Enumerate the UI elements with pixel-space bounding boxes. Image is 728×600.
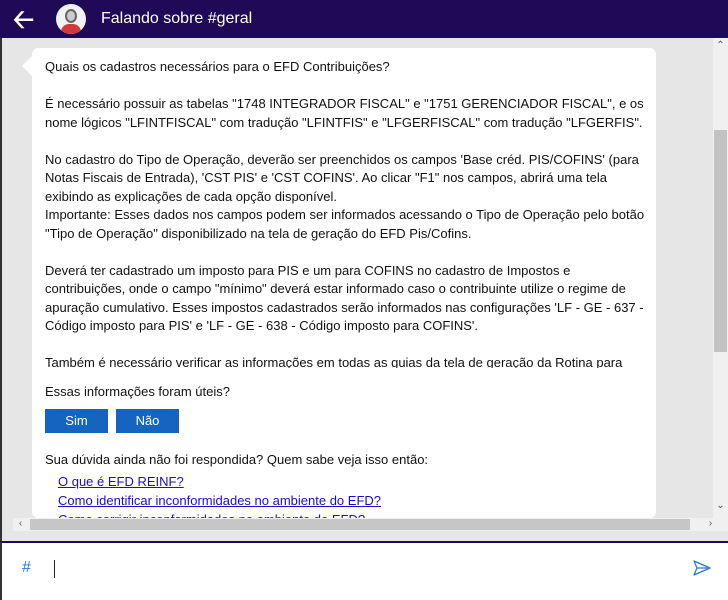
answer-paragraph: Também é necessário verificar as informa… bbox=[45, 355, 623, 368]
answer-paragraph: Importante: Esses dados nos campos podem… bbox=[45, 207, 645, 241]
no-button[interactable]: Não bbox=[116, 409, 179, 433]
answer-paragraph: Deverá ter cadastrado um imposto para PI… bbox=[45, 262, 644, 334]
chat-title: Falando sobre #geral bbox=[101, 10, 253, 27]
scroll-up-icon[interactable]: ⌃ bbox=[713, 40, 728, 51]
user-avatar-icon bbox=[56, 4, 86, 34]
scroll-right-icon[interactable]: › bbox=[703, 518, 718, 529]
scroll-left-icon[interactable]: ‹ bbox=[13, 518, 28, 529]
related-prompt: Sua dúvida ainda não foi respondida? Que… bbox=[45, 452, 429, 467]
yes-button[interactable]: Sim bbox=[45, 409, 108, 433]
related-link[interactable]: O que é EFD REINF? bbox=[58, 472, 381, 491]
answer-paragraph: No cadastro do Tipo de Operação, deverão… bbox=[45, 151, 639, 204]
arrow-left-icon[interactable]: 🡠 bbox=[13, 0, 41, 38]
message-input-bar: # bbox=[0, 541, 728, 600]
scroll-down-icon[interactable]: ⌄ bbox=[713, 500, 728, 511]
related-link[interactable]: Como identificar inconformidades no ambi… bbox=[58, 491, 381, 510]
message-bubble: Quais os cadastros necessários para o EF… bbox=[32, 48, 656, 518]
chat-header: 🡠 Falando sobre #geral bbox=[0, 0, 728, 38]
answer-text[interactable]: Quais os cadastros necessários para o EF… bbox=[45, 58, 645, 368]
horizontal-scrollbar[interactable]: ‹ › bbox=[13, 518, 728, 531]
horizontal-scroll-thumb[interactable] bbox=[30, 519, 690, 530]
vertical-scrollbar[interactable]: ⌃ ⌄ bbox=[713, 38, 728, 518]
chat-area: Quais os cadastros necessários para o EF… bbox=[0, 38, 728, 541]
answer-paragraph: É necessário possuir as tabelas "1748 IN… bbox=[45, 96, 644, 130]
vertical-scroll-thumb[interactable] bbox=[714, 130, 727, 352]
bubble-tail bbox=[22, 56, 32, 76]
send-icon[interactable] bbox=[692, 558, 712, 578]
feedback-question: Essas informações foram úteis? bbox=[45, 384, 230, 399]
channel-prefix: # bbox=[22, 559, 31, 576]
related-link[interactable]: Como corrigir inconformidades no ambient… bbox=[58, 510, 381, 518]
question-text: Quais os cadastros necessários para o EF… bbox=[45, 59, 390, 74]
message-input[interactable] bbox=[54, 560, 55, 578]
